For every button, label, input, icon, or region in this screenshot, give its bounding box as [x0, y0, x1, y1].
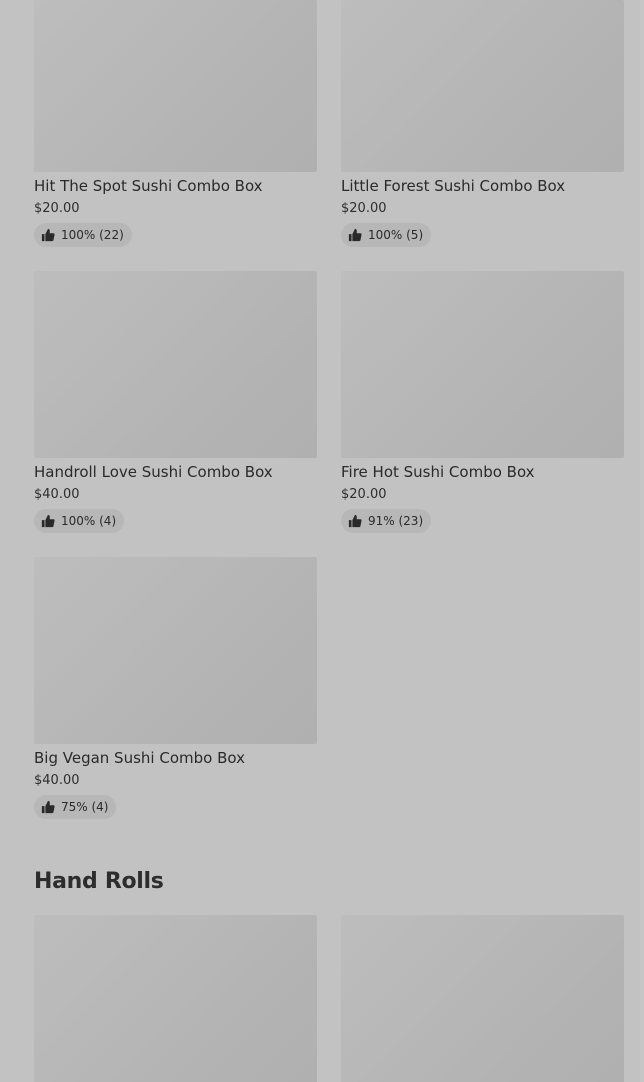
menu-page: Hit The Spot Sushi Combo Box $20.00 100%…	[0, 0, 644, 1082]
menu-item-name[interactable]: Hit The Spot Sushi Combo Box	[34, 176, 263, 196]
menu-item-name[interactable]: Handroll Love Sushi Combo Box	[34, 462, 273, 482]
menu-item-card[interactable]: Little Forest Sushi Combo Box $20.00 100…	[341, 0, 624, 247]
scroll-edge	[640, 0, 644, 1082]
rating-text: 100% (22)	[61, 228, 124, 242]
rating-badge: 100% (5)	[341, 223, 432, 247]
menu-item-image[interactable]	[341, 915, 624, 1082]
menu-item-card[interactable]: Big Vegan Sushi Combo Box $40.00 75% (4)	[34, 557, 317, 819]
menu-item-image[interactable]	[341, 271, 624, 458]
menu-item-name[interactable]: Little Forest Sushi Combo Box	[341, 176, 565, 196]
menu-item-image[interactable]	[341, 0, 624, 172]
menu-item-price: $40.00	[34, 487, 80, 502]
rating-text: 91% (23)	[368, 514, 424, 528]
rating-badge: 100% (4)	[34, 509, 125, 533]
menu-item-card[interactable]: Hit The Spot Sushi Combo Box $20.00 100%…	[34, 0, 317, 247]
rating-text: 100% (5)	[368, 228, 424, 242]
menu-item-name[interactable]: Big Vegan Sushi Combo Box	[34, 748, 245, 768]
menu-item-card[interactable]: Fire Hot Sushi Combo Box $20.00 91% (23)	[341, 271, 624, 533]
rating-badge: 75% (4)	[34, 795, 117, 819]
menu-item-image[interactable]	[34, 0, 317, 172]
thumbs-up-icon	[348, 228, 362, 242]
menu-item-image[interactable]	[34, 915, 317, 1082]
thumbs-up-icon	[41, 800, 55, 814]
section-title-hand-rolls: Hand Rolls	[34, 869, 164, 894]
menu-item-price: $20.00	[34, 201, 80, 216]
menu-item-price: $20.00	[341, 201, 387, 216]
menu-item-card[interactable]: Handroll Love Sushi Combo Box $40.00 100…	[34, 271, 317, 533]
rating-badge: 91% (23)	[341, 509, 432, 533]
menu-item-image[interactable]	[34, 557, 317, 744]
menu-item-name[interactable]: Fire Hot Sushi Combo Box	[341, 462, 535, 482]
menu-item-price: $20.00	[341, 487, 387, 502]
thumbs-up-icon	[41, 514, 55, 528]
menu-item-card[interactable]	[34, 915, 317, 1082]
rating-text: 75% (4)	[61, 800, 109, 814]
menu-item-price: $40.00	[34, 773, 80, 788]
menu-item-image[interactable]	[34, 271, 317, 458]
thumbs-up-icon	[41, 228, 55, 242]
rating-badge: 100% (22)	[34, 223, 132, 247]
thumbs-up-icon	[348, 514, 362, 528]
menu-item-card[interactable]	[341, 915, 624, 1082]
rating-text: 100% (4)	[61, 514, 117, 528]
